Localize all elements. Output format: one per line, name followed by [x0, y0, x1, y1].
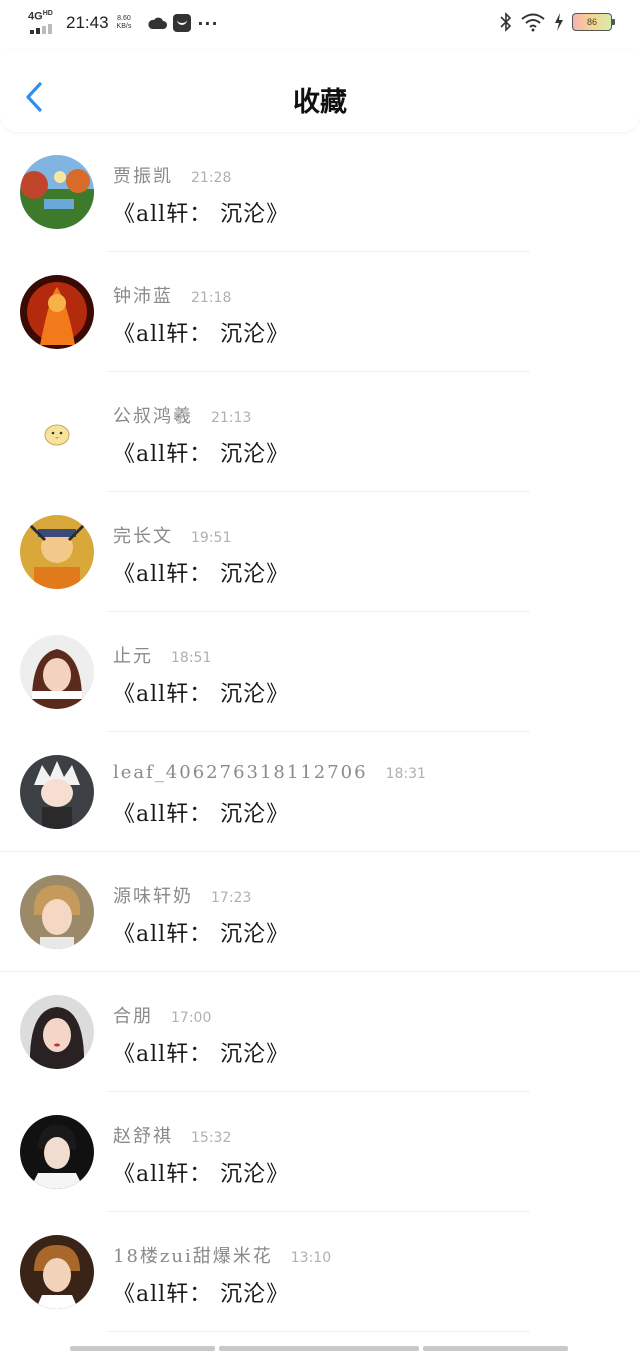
list-item[interactable]: 合朋 17:00 《all轩： 沉沦》 — [0, 972, 640, 1092]
author-name: 钟沛蓝 — [113, 286, 173, 307]
favorite-title: 《all轩： 沉沦》 — [113, 802, 290, 827]
bluetooth-icon — [500, 12, 512, 32]
favorite-title: 《all轩： 沉沦》 — [113, 922, 290, 947]
favorite-title: 《all轩： 沉沦》 — [113, 202, 290, 227]
list-item[interactable]: 完长文 19:51 《all轩： 沉沦》 — [0, 492, 640, 612]
timestamp: 13:10 — [290, 1250, 332, 1266]
network-type: 4G — [28, 10, 43, 23]
clock: 21:43 — [66, 13, 109, 32]
author-name: 18楼zui甜爆米花 — [113, 1246, 273, 1267]
net-speed-unit: KB/s — [116, 23, 132, 30]
author-name: 贾振凯 — [113, 166, 173, 187]
timestamp: 18:51 — [171, 650, 212, 666]
timestamp: 19:51 — [191, 530, 232, 546]
list-item[interactable]: 止元 18:51 《all轩： 沉沦》 — [0, 612, 640, 732]
timestamp: 21:18 — [191, 290, 232, 306]
timestamp: 17:00 — [171, 1010, 212, 1026]
favorite-title: 《all轩： 沉沦》 — [113, 562, 290, 587]
bottom-scrollbar[interactable] — [70, 1346, 570, 1351]
list-item[interactable]: leaf_406276318112706 18:31 《all轩： 沉沦》 — [0, 732, 640, 852]
author-name: 赵舒祺 — [113, 1126, 173, 1147]
favorite-title: 《all轩： 沉沦》 — [113, 1042, 290, 1067]
favorite-title: 《all轩： 沉沦》 — [113, 442, 290, 467]
timestamp: 21:13 — [211, 410, 252, 426]
net-speed: 8.60 KB/s — [117, 15, 132, 31]
status-right: 86 — [500, 12, 615, 32]
avatar[interactable] — [20, 1235, 94, 1309]
battery-icon: 86 — [572, 13, 615, 31]
divider — [108, 1331, 530, 1332]
more-icon: ··· — [197, 13, 219, 33]
timestamp: 15:32 — [191, 1130, 232, 1146]
avatar[interactable] — [20, 875, 94, 949]
page-title: 收藏 — [293, 87, 347, 118]
timestamp: 17:23 — [211, 890, 252, 906]
favorite-title: 《all轩： 沉沦》 — [113, 1162, 290, 1187]
favorite-title: 《all轩： 沉沦》 — [113, 682, 290, 707]
battery-level: 86 — [586, 17, 597, 27]
timestamp: 21:28 — [191, 170, 232, 186]
favorites-list: 贾振凯 21:28 《all轩： 沉沦》 钟沛蓝 21:18 《all轩： 沉沦》 … — [0, 132, 640, 1332]
author-name: leaf_406276318112706 — [113, 762, 368, 783]
avatar[interactable] — [20, 275, 94, 349]
favorite-title: 《all轩： 沉沦》 — [113, 322, 290, 347]
avatar[interactable] — [20, 635, 94, 709]
mailbox-icon — [173, 14, 192, 32]
network-hd: HD — [42, 10, 53, 17]
status-bar: 4GHD 21:43 8.60 KB/s ··· 86 — [0, 0, 640, 50]
net-speed-value: 8.60 — [117, 15, 131, 22]
timestamp: 18:31 — [385, 766, 426, 782]
favorite-title: 《all轩： 沉沦》 — [113, 1282, 290, 1307]
author-name: 源味轩奶 — [113, 886, 193, 907]
avatar[interactable] — [20, 395, 94, 469]
list-item[interactable]: 贾振凯 21:28 《all轩： 沉沦》 — [0, 132, 640, 252]
cloud-icon — [148, 17, 168, 29]
status-left: 4GHD 21:43 8.60 KB/s ··· — [28, 10, 219, 36]
author-name: 止元 — [113, 646, 153, 667]
author-name: 合朋 — [113, 1006, 153, 1027]
list-item[interactable]: 钟沛蓝 21:18 《all轩： 沉沦》 — [0, 252, 640, 372]
signal-icon: 4GHD — [28, 10, 58, 36]
avatar[interactable] — [20, 515, 94, 589]
wifi-icon — [521, 13, 545, 32]
list-item[interactable]: 赵舒祺 15:32 《all轩： 沉沦》 — [0, 1092, 640, 1212]
charging-icon — [555, 13, 563, 31]
list-item[interactable]: 公叔鸿羲 21:13 《all轩： 沉沦》 — [0, 372, 640, 492]
author-name: 公叔鸿羲 — [113, 406, 193, 427]
list-item[interactable]: 18楼zui甜爆米花 13:10 《all轩： 沉沦》 — [0, 1212, 640, 1332]
list-item[interactable]: 源味轩奶 17:23 《all轩： 沉沦》 — [0, 852, 640, 972]
author-name: 完长文 — [113, 526, 173, 547]
avatar[interactable] — [20, 995, 94, 1069]
avatar[interactable] — [20, 155, 94, 229]
avatar[interactable] — [20, 755, 94, 829]
top-app-bar: 收藏 — [0, 50, 640, 132]
avatar[interactable] — [20, 1115, 94, 1189]
